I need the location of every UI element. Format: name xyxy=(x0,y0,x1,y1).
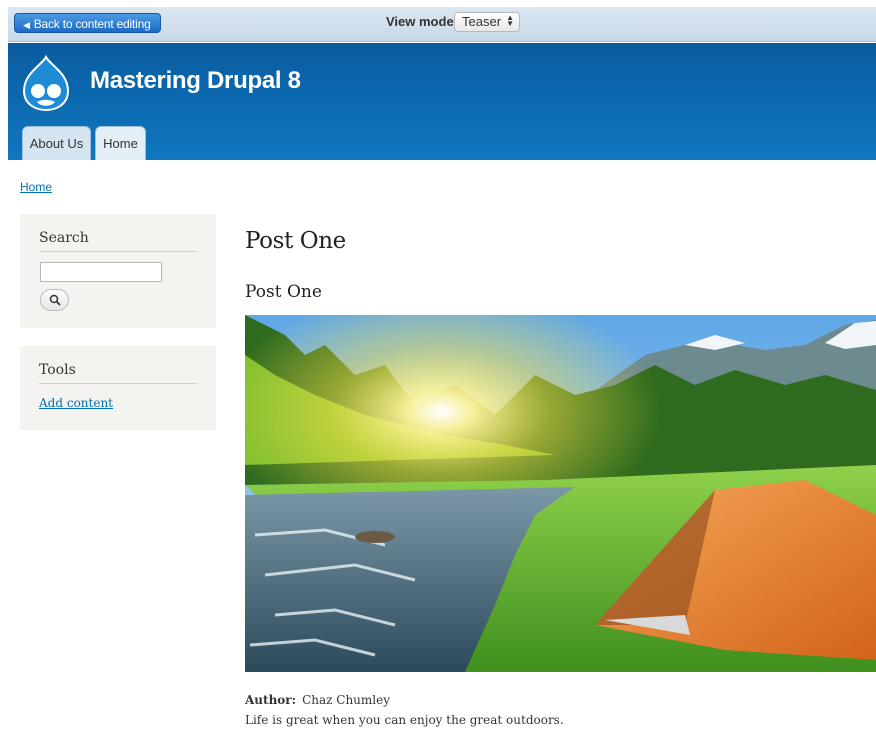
back-to-content-editing-button[interactable]: ◀ Back to content editing xyxy=(14,13,161,33)
drupal-logo-icon[interactable] xyxy=(20,55,72,111)
tab-about-us[interactable]: About Us xyxy=(22,126,91,160)
author-name: Chaz Chumley xyxy=(302,693,390,707)
site-name[interactable]: Mastering Drupal 8 xyxy=(90,67,301,95)
select-arrows-icon: ▲ ▼ xyxy=(506,13,514,28)
view-mode-value: Teaser xyxy=(462,14,502,29)
search-button[interactable] xyxy=(40,289,69,311)
search-block-title: Search xyxy=(39,214,197,252)
node-title[interactable]: Post One xyxy=(245,282,322,302)
search-input[interactable] xyxy=(40,262,162,282)
search-block: Search xyxy=(20,214,216,328)
author-line: Author: Chaz Chumley xyxy=(245,693,390,707)
preview-bar: ◀ Back to content editing View mode: Teas… xyxy=(8,7,876,42)
author-label: Author: xyxy=(245,693,297,707)
tab-home[interactable]: Home xyxy=(95,126,146,160)
tools-block-title: Tools xyxy=(39,346,197,384)
page-title: Post One xyxy=(245,228,346,254)
view-mode-label: View mode: xyxy=(386,14,459,29)
site-header: Mastering Drupal 8 About Us Home xyxy=(8,43,876,160)
search-icon xyxy=(49,294,61,306)
body-text: Life is great when you can enjoy the gre… xyxy=(245,713,564,727)
tools-block: Tools Add content xyxy=(20,346,216,430)
back-button-label: Back to content editing xyxy=(33,17,151,31)
view-mode-select[interactable]: Teaser ▲ ▼ xyxy=(454,12,520,32)
chevron-left-icon: ◀ xyxy=(23,20,30,30)
breadcrumb-home-link[interactable]: Home xyxy=(20,180,52,194)
camping-landscape-image xyxy=(245,315,876,672)
add-content-link[interactable]: Add content xyxy=(39,396,197,410)
